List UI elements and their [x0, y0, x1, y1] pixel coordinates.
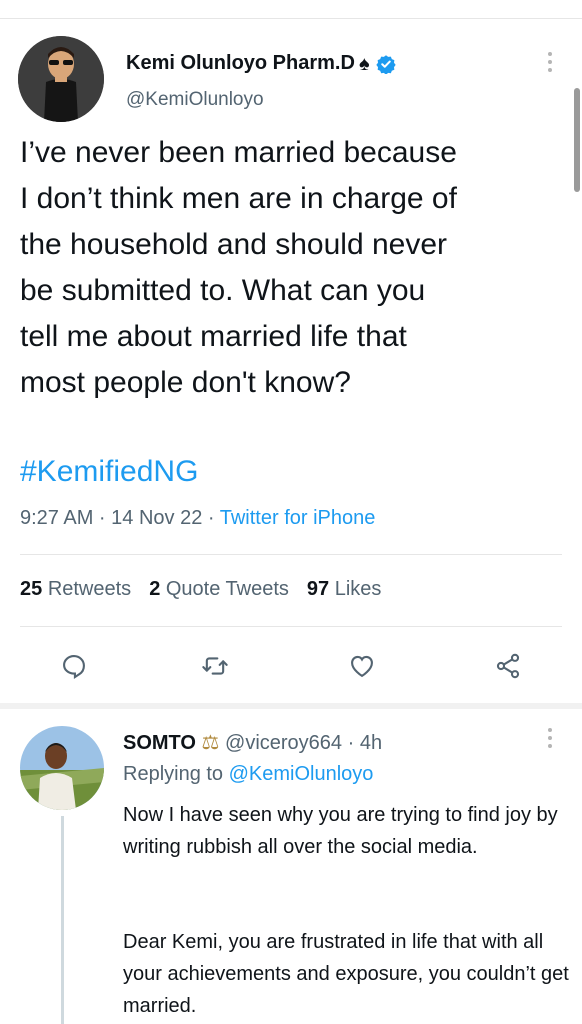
retweets-label: Retweets [47, 578, 132, 600]
scrollbar[interactable] [574, 88, 580, 192]
share-icon [496, 653, 520, 679]
reply-header[interactable]: SOMTO ⚖ @viceroy664 · 4h [123, 730, 382, 755]
reply-icon [63, 655, 85, 680]
replying-prefix: Replying to [123, 763, 229, 785]
section-divider [0, 703, 582, 709]
author-name[interactable]: Kemi Olunloyo Pharm.D [126, 52, 355, 75]
likes-label: Likes [334, 578, 382, 600]
tweet-timestamp: 9:27 AM · 14 Nov 22 · [20, 507, 220, 529]
thread-line [61, 816, 64, 1024]
author-avatar[interactable] [18, 36, 104, 122]
tweet-text: I’ve never been married because I don’t … [20, 136, 457, 399]
author-line[interactable]: Kemi Olunloyo Pharm.D ♠ [126, 52, 396, 75]
reply-author-handle[interactable]: @viceroy664 [225, 732, 342, 754]
like-button[interactable] [342, 646, 382, 686]
more-options-icon[interactable] [546, 52, 554, 72]
quotes-stat[interactable]: 2 Quote Tweets [149, 578, 289, 601]
quotes-count: 2 [149, 578, 161, 600]
tweet-source-link[interactable]: Twitter for iPhone [220, 507, 376, 529]
reply-time[interactable]: 4h [360, 732, 382, 754]
reply-avatar[interactable] [20, 726, 104, 810]
replying-to: Replying to @KemiOlunloyo [123, 763, 373, 786]
replying-mention-link[interactable]: @KemiOlunloyo [229, 763, 374, 785]
hashtag-link[interactable]: #KemifiedNG [20, 455, 198, 489]
reply-button[interactable] [54, 646, 94, 686]
author-handle[interactable]: @KemiOlunloyo [126, 89, 264, 111]
spade-emoji: ♠ [358, 52, 370, 75]
top-divider [0, 18, 582, 19]
tweet-stats: 25 Retweets 2 Quote Tweets 97 Likes [20, 578, 381, 601]
share-button[interactable] [488, 646, 528, 686]
scales-emoji: ⚖ [201, 732, 220, 754]
retweet-button[interactable] [195, 646, 235, 686]
like-icon [351, 655, 373, 678]
retweets-count: 25 [20, 578, 43, 600]
retweets-stat[interactable]: 25 Retweets [20, 578, 131, 601]
tweet-meta: 9:27 AM · 14 Nov 22 · Twitter for iPhone [20, 507, 375, 530]
reply-separator: · [342, 732, 360, 754]
retweet-icon [202, 657, 228, 675]
likes-stat[interactable]: 97 Likes [307, 578, 382, 601]
reply-author-name[interactable]: SOMTO [123, 732, 196, 754]
reply-text-paragraph-1: Now I have seen why you are trying to fi… [123, 804, 558, 858]
divider [20, 626, 562, 627]
likes-count: 97 [306, 578, 330, 600]
verified-badge-icon [375, 54, 396, 75]
action-bar [0, 646, 582, 686]
quotes-label: Quote Tweets [165, 578, 289, 600]
reply-more-options-icon[interactable] [546, 728, 554, 748]
reply-text-paragraph-2: Dear Kemi, you are frustrated in life th… [123, 931, 569, 1017]
divider [20, 554, 562, 555]
